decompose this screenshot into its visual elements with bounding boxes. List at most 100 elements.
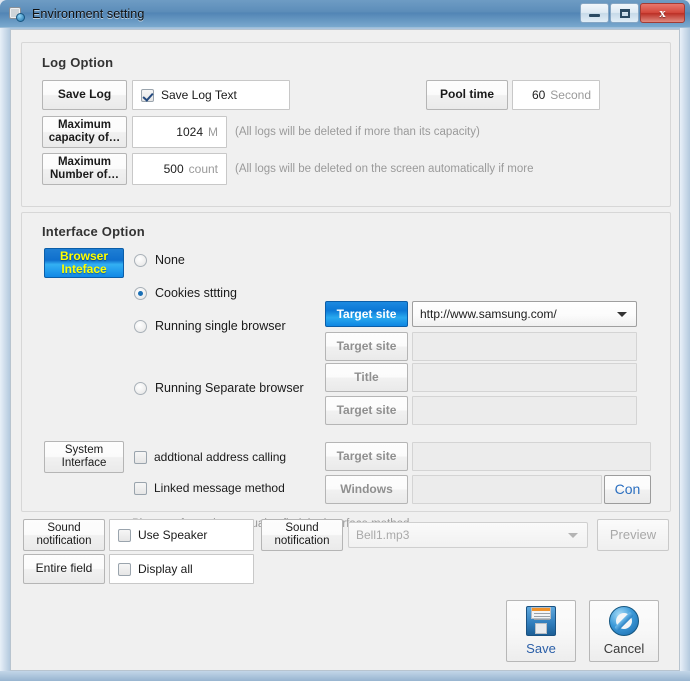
target-site-field-3[interactable] (412, 396, 637, 425)
radio-none[interactable]: None (134, 253, 185, 267)
maximum-capacity-label-1: Maximum (57, 118, 112, 131)
chevron-down-icon (617, 312, 627, 317)
sound-file-combo-value: Bell1.mp3 (356, 528, 410, 542)
system-interface-label-1: System (64, 443, 104, 456)
maximum-number-value: 500 (163, 162, 184, 176)
use-speaker-checkbox[interactable] (118, 528, 131, 542)
target-site-button-4[interactable]: Target site (325, 442, 408, 471)
maximum-number-label-2: Number of… (50, 169, 119, 181)
target-site-field-2[interactable] (412, 332, 637, 361)
linked-message-method-row[interactable]: Linked message method (134, 481, 285, 495)
log-option-group: Log Option Save Log Save Log Text Pool t… (21, 42, 671, 207)
maximum-capacity-unit: M (208, 125, 218, 139)
cancel-button-label: Cancel (603, 641, 645, 656)
sound-notification-right-label-2: notification (274, 535, 330, 547)
sound-notification-button-right[interactable]: Sound notification (261, 519, 343, 551)
additional-address-calling-checkbox[interactable] (134, 450, 147, 464)
target-site-button-3[interactable]: Target site (325, 396, 408, 425)
linked-message-method-checkbox[interactable] (134, 481, 147, 495)
pool-time-value-field[interactable]: 60 Second (512, 80, 600, 110)
no-entry-icon (609, 606, 639, 636)
target-site-button-2[interactable]: Target site (325, 332, 408, 361)
system-interface-label-2: Interface (61, 457, 107, 469)
radio-running-separate-browser-label: Running Separate browser (155, 381, 304, 395)
maximum-capacity-note: (All logs will be deleted if more than i… (235, 126, 480, 138)
title-button[interactable]: Title (325, 363, 408, 392)
radio-running-single-browser[interactable]: Running single browser (134, 319, 286, 333)
sound-file-combo[interactable]: Bell1.mp3 (348, 522, 588, 548)
pool-time-value: 60 (531, 88, 546, 102)
maximize-icon (619, 8, 630, 18)
radio-running-single-browser-label: Running single browser (155, 319, 286, 333)
linked-message-method-label: Linked message method (154, 481, 285, 495)
radio-cookies-setting-label: Cookies sttting (155, 286, 237, 300)
target-site-combo[interactable]: http://www.samsung.com/ (412, 301, 637, 327)
minimize-button[interactable] (580, 3, 609, 23)
entire-field-button[interactable]: Entire field (23, 554, 105, 584)
radio-running-separate-browser-indicator[interactable] (134, 381, 147, 395)
close-icon: x (659, 5, 666, 20)
radio-cookies-setting-indicator[interactable] (134, 286, 147, 300)
maximum-number-note: (All logs will be deleted on the screen … (235, 163, 534, 175)
save-button-label: Save (526, 641, 556, 656)
radio-cookies-setting[interactable]: Cookies sttting (134, 286, 237, 300)
use-speaker-label: Use Speaker (138, 528, 208, 542)
floppy-disk-icon (526, 606, 556, 636)
maximum-capacity-button[interactable]: Maximum capacity of… (42, 116, 127, 148)
window-title: Environment setting (32, 6, 145, 21)
additional-address-calling-row[interactable]: addtional address calling (134, 450, 286, 464)
save-log-text-field[interactable]: Save Log Text (132, 80, 290, 110)
maximum-capacity-label-2: capacity of… (48, 132, 121, 144)
target-site-combo-value: http://www.samsung.com/ (420, 307, 557, 321)
radio-none-label: None (155, 253, 185, 267)
interface-option-title: Interface Option (42, 224, 145, 239)
radio-none-indicator[interactable] (134, 253, 147, 267)
browser-interface-label-2: Inteface (61, 262, 107, 276)
sound-notification-right-label-1: Sound (285, 521, 319, 534)
interface-option-group: Interface Option Browser Inteface None C… (21, 212, 671, 530)
preview-button[interactable]: Preview (597, 519, 669, 551)
cancel-button[interactable]: Cancel (589, 600, 659, 662)
window-controls: x (580, 3, 685, 23)
sound-notification-left-label-2: notification (36, 535, 92, 547)
system-interface-button[interactable]: System Interface (44, 441, 124, 473)
target-site-button-1[interactable]: Target site (325, 301, 408, 327)
maximum-number-label-1: Maximum (57, 155, 112, 168)
pool-time-unit: Second (550, 88, 591, 102)
windows-field[interactable] (412, 475, 602, 504)
pool-time-button[interactable]: Pool time (426, 80, 508, 110)
settings-gear-icon (9, 6, 25, 22)
save-log-button[interactable]: Save Log (42, 80, 127, 110)
chevron-down-icon-sound (568, 533, 578, 538)
save-button[interactable]: Save (506, 600, 576, 662)
display-all-checkbox[interactable] (118, 562, 131, 576)
maximum-number-button[interactable]: Maximum Number of… (42, 153, 127, 185)
sound-notification-left-label-1: Sound (47, 521, 81, 534)
minimize-icon (589, 14, 600, 17)
radio-running-single-browser-indicator[interactable] (134, 319, 147, 333)
dialog-client-area: Log Option Save Log Save Log Text Pool t… (10, 29, 680, 671)
maximum-capacity-value-field[interactable]: 1024 M (132, 116, 227, 148)
windows-button[interactable]: Windows (325, 475, 408, 504)
radio-running-separate-browser[interactable]: Running Separate browser (134, 381, 304, 395)
title-bar: Environment setting x (0, 0, 690, 28)
maximize-button[interactable] (610, 3, 639, 23)
maximum-number-value-field[interactable]: 500 count (132, 153, 227, 185)
display-all-field[interactable]: Display all (109, 554, 254, 584)
window-frame-right (680, 28, 690, 681)
use-speaker-field[interactable]: Use Speaker (109, 519, 254, 551)
log-option-title: Log Option (42, 55, 114, 70)
con-button[interactable]: Con (604, 475, 651, 504)
window-frame-left (0, 28, 10, 681)
maximum-capacity-value: 1024 (176, 125, 203, 139)
target-site-field-4[interactable] (412, 442, 651, 471)
browser-interface-button[interactable]: Browser Inteface (44, 248, 124, 278)
maximum-number-unit: count (188, 162, 218, 176)
window-frame-bottom (0, 671, 690, 681)
additional-address-calling-label: addtional address calling (154, 450, 287, 464)
close-button[interactable]: x (640, 3, 685, 23)
environment-setting-window: Environment setting x Log Option Save Lo… (0, 0, 690, 681)
sound-notification-button-left[interactable]: Sound notification (23, 519, 105, 551)
save-log-text-checkbox[interactable] (141, 88, 154, 102)
title-field[interactable] (412, 363, 637, 392)
